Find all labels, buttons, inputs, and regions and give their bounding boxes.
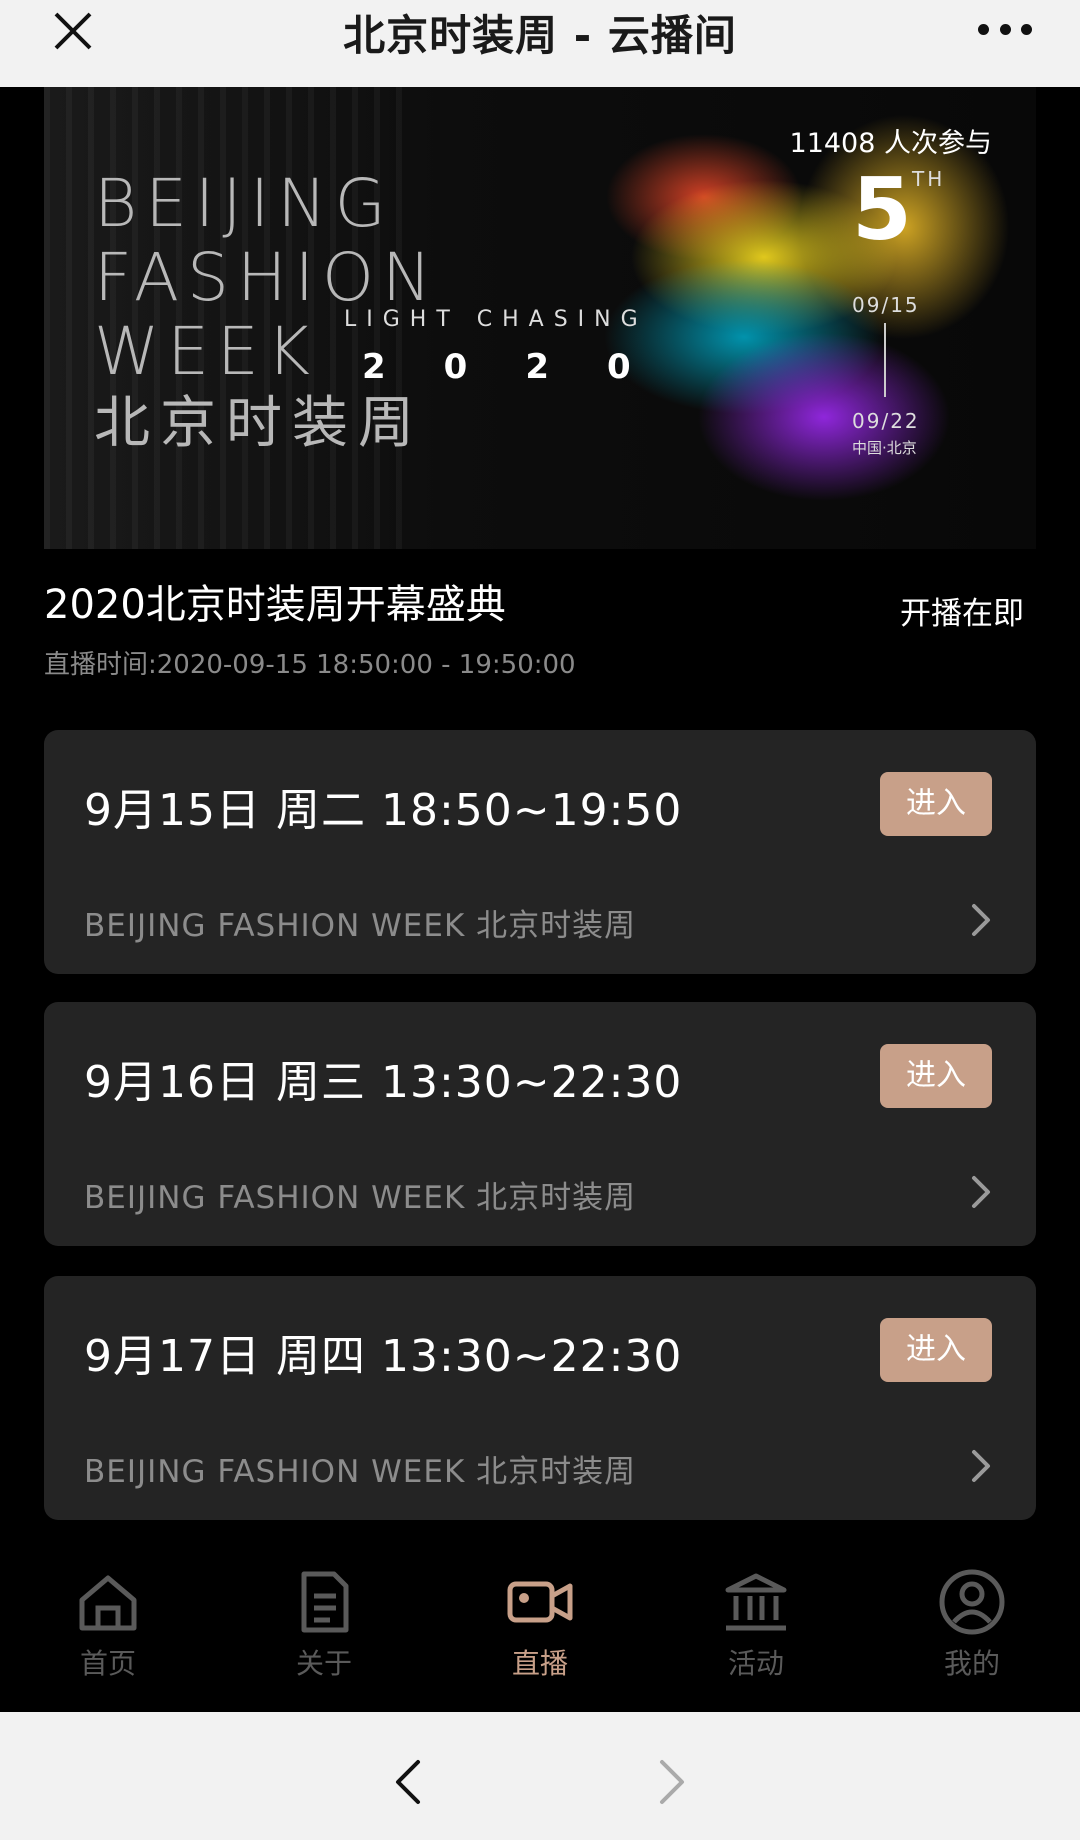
event-status: 开播在即 xyxy=(900,596,1024,632)
session-date: 9月16日 周三 13:30~22:30 xyxy=(84,1057,683,1108)
logo-line-fashion: FASHION xyxy=(94,239,440,316)
forward-arrow-icon[interactable] xyxy=(652,1756,692,1808)
logo-line-beijing: BEIJING xyxy=(94,165,394,242)
banner-date-start: 09/15 xyxy=(852,293,920,317)
edition-number: 5 xyxy=(852,160,912,260)
broadcast-time: 直播时间:2020-09-15 18:50:00 - 19:50:00 xyxy=(44,650,576,680)
event-title: 2020北京时装周开幕盛典 xyxy=(44,582,506,628)
more-options-icon[interactable] xyxy=(978,18,1032,40)
tab-about[interactable]: 关于 xyxy=(216,1550,432,1712)
page-title: 北京时装周 - 云播间 xyxy=(343,11,737,60)
browser-nav-bar xyxy=(0,1712,1080,1840)
banner-date-end: 09/22 xyxy=(852,409,920,433)
tab-label: 活动 xyxy=(727,1647,784,1680)
banner-location: 中国·北京 xyxy=(852,439,917,457)
participants-count: 11408 人次参与 xyxy=(789,128,992,159)
building-icon xyxy=(725,1573,787,1631)
document-icon xyxy=(301,1571,349,1633)
enter-button[interactable]: 进入 xyxy=(880,772,992,836)
home-icon xyxy=(79,1575,137,1631)
session-card[interactable]: 9月17日 周四 13:30~22:30 进入 BEIJING FASHION … xyxy=(44,1276,1036,1520)
tab-profile[interactable]: 我的 xyxy=(864,1550,1080,1712)
logo-line-chinese: 北京时装周 xyxy=(94,391,424,456)
top-bar: 北京时装周 - 云播间 xyxy=(0,0,1080,87)
tab-label: 首页 xyxy=(79,1647,136,1680)
chevron-right-icon[interactable] xyxy=(962,900,998,940)
bottom-tab-bar: 首页 关于 直播 活动 我的 xyxy=(0,1550,1080,1712)
session-subtitle: BEIJING FASHION WEEK 北京时装周 xyxy=(84,1454,637,1490)
tab-live[interactable]: 直播 xyxy=(432,1550,648,1712)
tab-label: 关于 xyxy=(295,1647,352,1680)
edition-suffix: TH xyxy=(912,167,946,191)
enter-button[interactable]: 进入 xyxy=(880,1318,992,1382)
session-date: 9月15日 周二 18:50~19:50 xyxy=(84,785,683,836)
session-card[interactable]: 9月16日 周三 13:30~22:30 进入 BEIJING FASHION … xyxy=(44,1002,1036,1246)
chevron-right-icon[interactable] xyxy=(962,1172,998,1212)
session-date: 9月17日 周四 13:30~22:30 xyxy=(84,1331,683,1382)
event-banner[interactable]: BEIJING FASHION WEEK 北京时装周 LIGHT CHASING… xyxy=(44,87,1036,549)
chevron-right-icon[interactable] xyxy=(962,1446,998,1486)
session-subtitle: BEIJING FASHION WEEK 北京时装周 xyxy=(84,1180,637,1216)
banner-year: 2020 xyxy=(362,347,689,387)
user-icon xyxy=(939,1569,1005,1635)
tab-label: 我的 xyxy=(943,1647,1000,1680)
banner-tagline: LIGHT CHASING xyxy=(344,307,648,332)
tab-label: 直播 xyxy=(511,1647,568,1680)
date-divider xyxy=(884,323,886,397)
video-camera-icon xyxy=(507,1581,573,1623)
back-arrow-icon[interactable] xyxy=(388,1756,428,1808)
tab-home[interactable]: 首页 xyxy=(0,1550,216,1712)
enter-button[interactable]: 进入 xyxy=(880,1044,992,1108)
session-subtitle: BEIJING FASHION WEEK 北京时装周 xyxy=(84,908,637,944)
session-card[interactable]: 9月15日 周二 18:50~19:50 进入 BEIJING FASHION … xyxy=(44,730,1036,974)
tab-activity[interactable]: 活动 xyxy=(648,1550,864,1712)
